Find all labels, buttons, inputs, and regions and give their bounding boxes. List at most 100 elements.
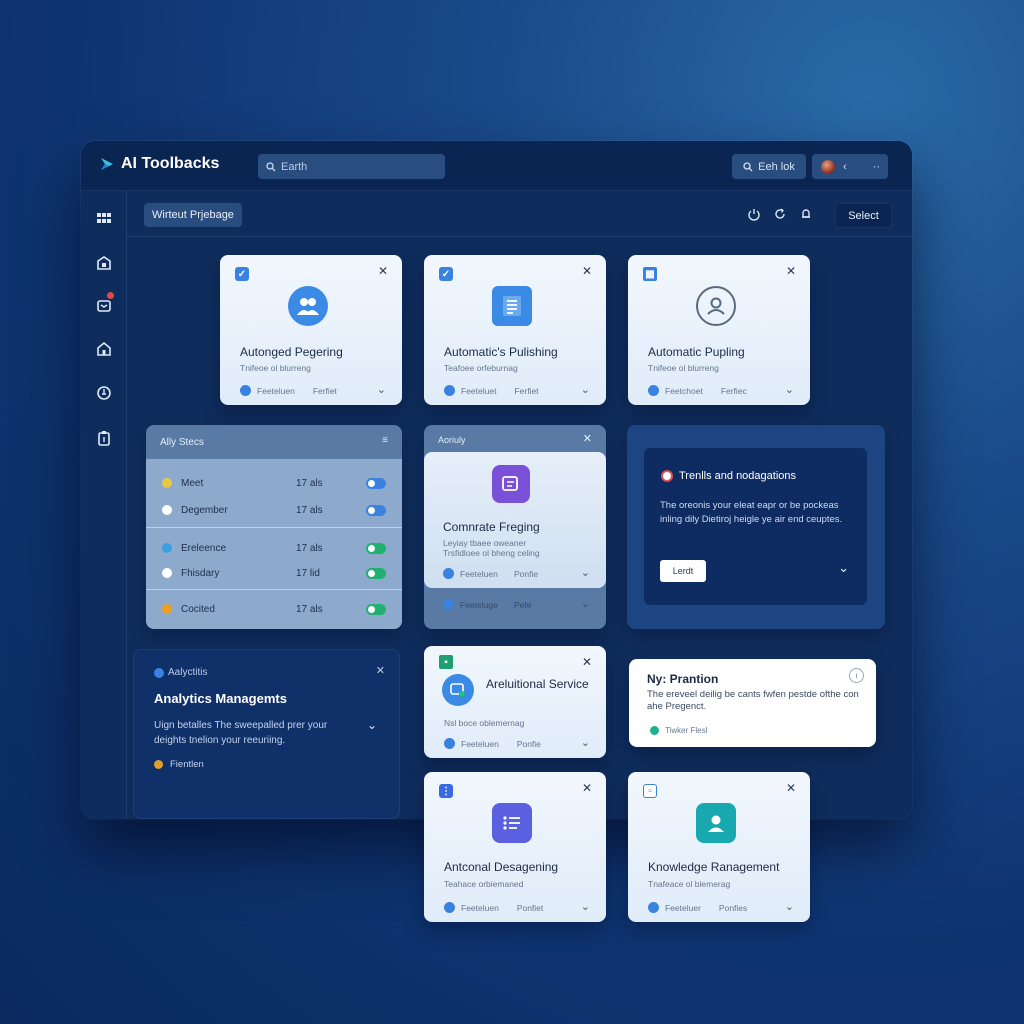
top-bar: AI Toolbacks Earth Eeh lok ‹ ·· [81, 141, 912, 191]
chevron-down-icon[interactable]: ⌄ [581, 736, 590, 749]
brand[interactable]: AI Toolbacks [99, 155, 219, 173]
analytics-body: Uign betalles The sweepalled prer your d… [154, 720, 328, 746]
trends-card[interactable]: Trenlls and nodagations The oreonis your… [644, 448, 867, 605]
inbox-icon[interactable] [95, 292, 114, 314]
profile-menu[interactable]: ‹ ·· [812, 154, 888, 179]
activity-sub-1: Leyiay tbaee oweaner [443, 538, 527, 548]
clipboard-icon[interactable] [95, 429, 113, 447]
row-name: Meet [181, 477, 204, 489]
chevron-down-icon[interactable]: ⌄ [785, 900, 794, 913]
card-foot-2: Ponfie [516, 738, 541, 749]
chevron-down-icon[interactable]: ⌄ [785, 383, 794, 396]
status-dot [162, 478, 172, 488]
app-badge-icon[interactable]: ▪ [439, 655, 453, 669]
avatar[interactable] [821, 159, 835, 174]
users-icon [288, 286, 328, 326]
info-icon[interactable]: ı [849, 668, 864, 683]
divider [146, 527, 402, 528]
close-icon[interactable]: ✕ [786, 264, 796, 278]
app-badge-icon[interactable]: ⋮ [439, 784, 453, 798]
close-icon[interactable]: ✕ [582, 655, 592, 669]
checkbox-checked[interactable]: ✓ [235, 267, 249, 281]
agents-panel-title: Ally Stecs [160, 437, 204, 448]
search-placeholder: Earth [281, 160, 308, 173]
toggle-switch[interactable] [366, 542, 386, 554]
page-tab[interactable]: Wirteut Prjebage [144, 203, 242, 227]
notice-body: The ereveel deilig be cants fwfen pestde… [647, 689, 859, 712]
home-icon[interactable] [95, 340, 113, 358]
toggle-switch[interactable] [366, 603, 386, 615]
apps-grid-icon[interactable] [95, 209, 113, 227]
analytics-title: Analytics Managemts [154, 691, 287, 706]
list-item[interactable]: Meet 17 als [162, 473, 386, 493]
agents-panel: Ally Stecs ≡ Meet 17 als Degember 17 als… [146, 425, 402, 629]
card-service[interactable]: ▪ ✕ Areluitional Service Nsl boce obleme… [424, 646, 606, 758]
toggle-switch[interactable] [366, 477, 386, 489]
card-subtitle: Tnifeoe ol blurreng [648, 363, 719, 373]
card-subtitle: Tnifeoe ol blurreng [240, 363, 311, 373]
more-icon[interactable]: ·· [873, 161, 880, 173]
document-list-icon [492, 286, 532, 326]
status-icon [443, 599, 454, 610]
card-knowledge-management[interactable]: ▫ ✕ Knowledge Ranagement Tnafeace ol ble… [628, 772, 810, 922]
power-icon[interactable] [747, 207, 761, 221]
search-input[interactable]: Earth [258, 154, 445, 179]
list-item[interactable]: Cocited 17 als [162, 599, 386, 619]
store-icon[interactable] [95, 254, 113, 272]
card-antconal-desagening[interactable]: ⋮ ✕ Antconal Desagening Teahace orbieman… [424, 772, 606, 922]
row-value: 17 als [296, 504, 323, 516]
list-item[interactable]: Degember 17 als [162, 500, 386, 520]
card-foot-2: Ponfiet [516, 902, 544, 913]
chevron-down-icon[interactable]: ⌄ [377, 383, 386, 396]
toggle-switch[interactable] [366, 504, 386, 516]
learn-button[interactable]: Lerdt [660, 560, 706, 582]
activity-foot-3: Feeteluge [460, 600, 498, 610]
close-icon[interactable]: ✕ [376, 664, 385, 677]
card-subtitle: Tnafeace ol blemerag [648, 879, 731, 889]
status-icon [444, 902, 455, 913]
close-icon[interactable]: ✕ [786, 781, 796, 795]
trends-body: The oreonis your eleat eapr or be pockea… [660, 500, 843, 525]
list-item[interactable]: Fhisdary 17 lid [162, 563, 386, 583]
card-title: Autonged Pegering [240, 345, 343, 359]
card-title: Knowledge Ranagement [648, 860, 780, 874]
row-value: 17 als [296, 603, 323, 615]
card-subtitle: Teafoee orfeburnag [444, 363, 518, 373]
close-icon[interactable]: ✕ [583, 432, 592, 445]
chevron-down-icon[interactable]: ⌄ [581, 900, 590, 913]
status-icon [444, 385, 455, 396]
app-badge-icon[interactable]: ▫ [643, 784, 657, 798]
chevron-down-icon[interactable]: ⌄ [367, 718, 377, 732]
activity-title: Comnrate Freging [443, 520, 540, 534]
select-button[interactable]: Select [835, 203, 892, 228]
grid-square-icon[interactable]: ▦ [643, 267, 657, 281]
activity-panel: Aoriuly ✕ Comnrate Freging Leyiay tbaee … [424, 425, 606, 629]
activity-header: Aoriuly [438, 435, 466, 445]
close-icon[interactable]: ✕ [582, 781, 592, 795]
notice-card[interactable]: Ny: Prantion ı The ereveel deilig be can… [629, 659, 876, 747]
activity-card[interactable]: Comnrate Freging Leyiay tbaee oweaner Tr… [424, 452, 606, 588]
card-foot-2: Ferfiet [312, 385, 337, 396]
bell-icon[interactable] [799, 207, 813, 221]
refresh-icon[interactable] [773, 207, 787, 221]
divider [146, 589, 402, 590]
lightbulb-icon[interactable] [95, 384, 113, 402]
status-dot [162, 568, 172, 578]
chevron-down-icon[interactable]: ⌄ [581, 566, 590, 579]
chevron-down-icon[interactable]: ⌄ [581, 383, 590, 396]
card-automated-pegering[interactable]: ✓ ✕ Autonged Pegering Tnifeoe ol blurren… [220, 255, 402, 405]
chevron-down-icon[interactable]: ⌄ [838, 560, 849, 576]
menu-icon[interactable]: ≡ [382, 435, 388, 446]
analytics-foot-icon [154, 760, 163, 769]
status-dot [162, 505, 172, 515]
activity-foot-4: Pefe [514, 600, 532, 610]
card-automatic-pupling[interactable]: ▦ ✕ Automatic Pupling Tnifeoe ol blurren… [628, 255, 810, 405]
toggle-switch[interactable] [366, 567, 386, 579]
close-icon[interactable]: ✕ [378, 264, 388, 278]
top-action-button[interactable]: Eeh lok [732, 154, 806, 179]
checkbox-checked[interactable]: ✓ [439, 267, 453, 281]
card-automatic-publishing[interactable]: ✓ ✕ Automatic's Pulishing Teafoee orfebu… [424, 255, 606, 405]
chevron-down-icon[interactable]: ⌄ [581, 597, 590, 610]
close-icon[interactable]: ✕ [582, 264, 592, 278]
list-item[interactable]: Ereleence 17 als [162, 538, 386, 558]
